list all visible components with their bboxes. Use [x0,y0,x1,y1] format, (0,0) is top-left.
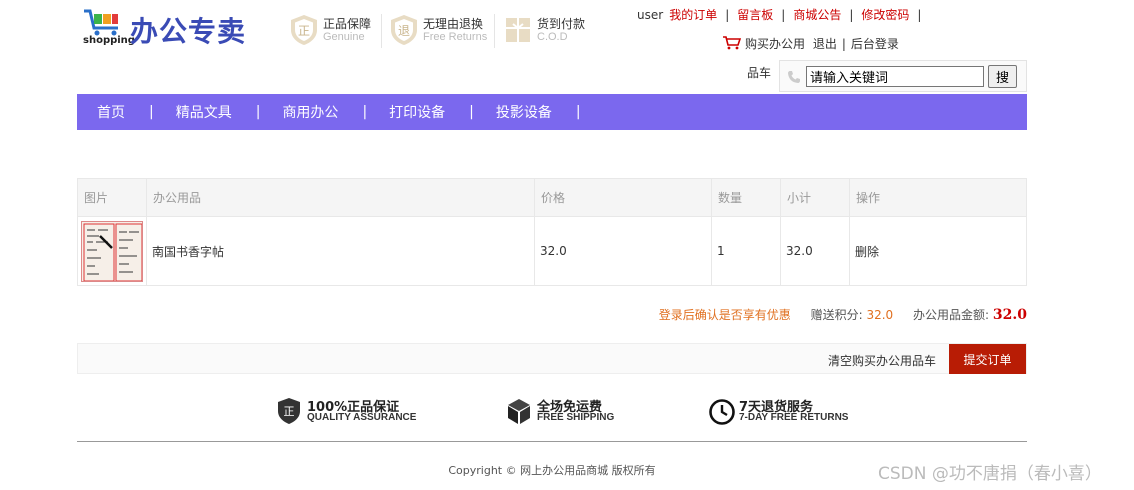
logo-title: 办公专卖 [130,15,247,48]
cod-box-icon [506,18,530,42]
badge-subtitle: Free Returns [423,31,488,43]
nav-separator: | [149,104,154,120]
link-separator: | [841,37,846,51]
link-separator: | [781,8,786,22]
footer-divider [77,441,1027,442]
submit-order-button[interactable]: 提交订单 [949,344,1026,374]
table-row: 南国书香字帖 32.0 1 32.0 删除 [77,216,1027,286]
link-separator: | [725,8,730,22]
username: user [637,8,664,22]
product-thumbnail[interactable] [81,220,143,282]
product-price: 32.0 [534,216,712,286]
main-nav: 首页 | 精品文具 | 商用办公 | 打印设备 | 投影设备 | [77,94,1027,130]
product-name[interactable]: 南国书香字帖 [146,216,535,286]
order-summary: 登录后确认是否享有优惠 赠送积分: 32.0 办公用品金额: 32.0 [659,306,1027,323]
column-header: 操作 [849,178,1027,217]
badge-title: 正品保障 [323,17,372,31]
link-separator: | [917,8,922,22]
copybook-image-icon [82,221,142,281]
message-board-link[interactable]: 留言板 [737,8,773,22]
badge-divider [381,14,382,48]
total-amount: 32.0 [992,307,1027,323]
top-links: user 我的订单 | 留言板 | 商城公告 | 修改密码 | [637,6,929,23]
change-password-link[interactable]: 修改密码 [861,8,909,22]
product-image-cell [77,216,147,286]
badge-divider [494,14,495,48]
phone-icon [788,71,800,83]
logout-link[interactable]: 退出 [813,37,837,51]
genuine-shield-icon: 正 [291,15,317,45]
nav-item-projectors[interactable]: 投影设备 [496,102,552,122]
clear-cart-link[interactable]: 清空购买办公用品车 [828,352,936,369]
nav-separator: | [575,104,581,120]
cart-table: 图片 办公用品 价格 数量 小计 操作 南国书香字帖 32.0 1 32.0 删… [77,178,1027,286]
my-orders-link[interactable]: 我的订单 [669,8,717,22]
svg-text:退: 退 [398,24,410,38]
badge-title: 货到付款 [537,17,586,31]
total-label: 办公用品金额: [913,308,990,322]
nav-item-home[interactable]: 首页 [97,102,125,122]
nav-item-printers[interactable]: 打印设备 [389,102,445,122]
cart-icon [723,36,741,50]
product-quantity: 1 [711,216,781,286]
cart-link[interactable]: 购买办公用 [745,37,805,51]
search-label: 品车 [747,66,772,80]
product-subtotal: 32.0 [780,216,850,286]
column-header: 图片 [77,178,147,217]
cart-action-bar: 清空购买办公用品车 提交订单 [77,343,1027,374]
column-header: 价格 [534,178,712,217]
column-header: 办公用品 [146,178,535,217]
service-subtitle: QUALITY ASSURANCE [307,412,417,423]
badge-subtitle: C.O.D [537,31,568,43]
package-icon [508,399,530,424]
nav-separator: | [469,104,474,120]
account-bar: 购买办公用 退出 | 后台登录 [723,35,899,52]
points-label: 赠送积分: [810,308,863,322]
nav-separator: | [362,104,368,120]
svg-text:正: 正 [284,405,295,418]
watermark-text: CSDN @功不唐捐（春小喜） [878,464,1102,484]
svg-text:正: 正 [298,24,310,38]
admin-login-link[interactable]: 后台登录 [851,37,899,51]
site-logo[interactable]: shopping 办公专卖 [82,8,257,50]
column-header: 小计 [780,178,850,217]
search-box: 搜 [779,60,1027,92]
nav-item-office[interactable]: 商用办公 [282,102,338,122]
shield-icon: 正 [278,398,300,424]
page: shopping 办公专卖 正 正品保障 Genuine 退 无理由退换 Fre… [0,0,1134,490]
service-subtitle: FREE SHIPPING [537,412,615,423]
nav-item-stationery[interactable]: 精品文具 [176,102,232,122]
badge-title: 无理由退换 [423,17,484,31]
points-value: 32.0 [866,308,894,322]
clock-icon [709,399,735,425]
table-header-row: 图片 办公用品 价格 数量 小计 操作 [77,178,1027,217]
search-button[interactable]: 搜 [988,65,1017,88]
return-shield-icon: 退 [391,15,417,45]
delete-link[interactable]: 删除 [849,216,1027,286]
nav-separator: | [255,104,261,120]
badge-subtitle: Genuine [323,31,365,43]
link-separator: | [849,8,854,22]
search-input[interactable] [806,66,984,87]
logo-subtext: shopping [83,35,135,46]
store-notice-link[interactable]: 商城公告 [793,8,841,22]
column-header: 数量 [711,178,781,217]
service-subtitle: 7-DAY FREE RETURNS [739,412,849,423]
login-promo-link[interactable]: 登录后确认是否享有优惠 [659,308,791,322]
